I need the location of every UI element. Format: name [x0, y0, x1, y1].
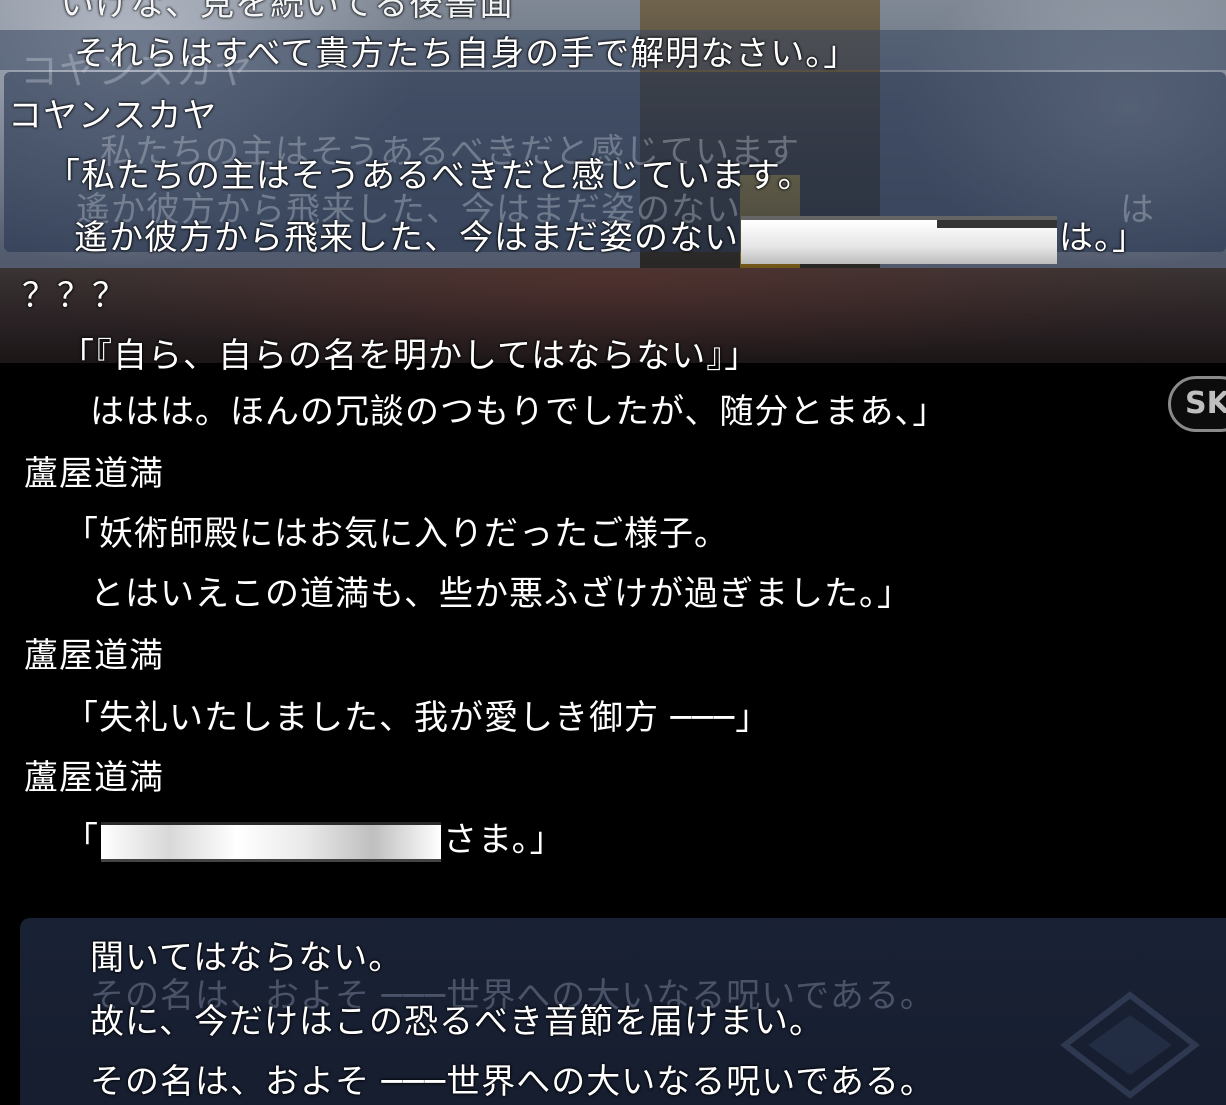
narration-line: 聞いてはならない。	[90, 938, 404, 978]
cut-off-text-line: いけな、見を続いてる後書面	[60, 0, 514, 24]
dialog-line: それらはすべて貴方たち自身の手で解明なさい。」	[74, 34, 859, 74]
dialog-line: 「私たちの主はそうあるべきだと感じています。	[46, 156, 813, 196]
dialog-line: ははは。ほんの冗談のつもりでしたが、随分とまあ、」	[90, 392, 948, 432]
dialog-text: さま。」	[443, 820, 565, 860]
speaker-name: 蘆屋道満	[24, 758, 164, 798]
censored-name-bar	[741, 215, 1057, 264]
dialog-text: 「	[64, 820, 99, 860]
skip-button[interactable]: SK	[1168, 376, 1226, 432]
speaker-name: ？？？	[22, 276, 127, 316]
speaker-name: 蘆屋道満	[24, 454, 164, 494]
dialog-line: とはいえこの道満も、些か悪ふざけが過ぎました。」	[90, 574, 912, 614]
speaker-name: コヤンスカヤ	[8, 96, 218, 136]
dialog-line-with-censor: 遙か彼方から飛来した、今はまだ姿のない は。」	[74, 210, 1147, 264]
dialog-text: は。」	[1059, 218, 1147, 258]
censored-name-bar	[101, 821, 441, 862]
dialog-line-with-censor: 「 さま。」	[64, 812, 565, 862]
speaker-name: 蘆屋道満	[24, 636, 164, 676]
dialog-line: 「『自ら、自らの名を明かしてはならない』」	[60, 336, 760, 376]
narration-line: その名は、およそ ───世界への大いなる呪いである。	[90, 1062, 935, 1102]
decorative-diamond-icon	[1060, 991, 1200, 1099]
dialog-line: 「妖術師殿にはお気に入りだったご様子。	[64, 514, 729, 554]
narration-line: 故に、今だけはこの恐るべき音節を届けまい。	[90, 1002, 824, 1042]
dialog-text: 遙か彼方から飛来した、今はまだ姿のない	[74, 218, 739, 258]
dialog-line: 「失礼いたしました、我が愛しき御方 ───」	[64, 698, 771, 738]
